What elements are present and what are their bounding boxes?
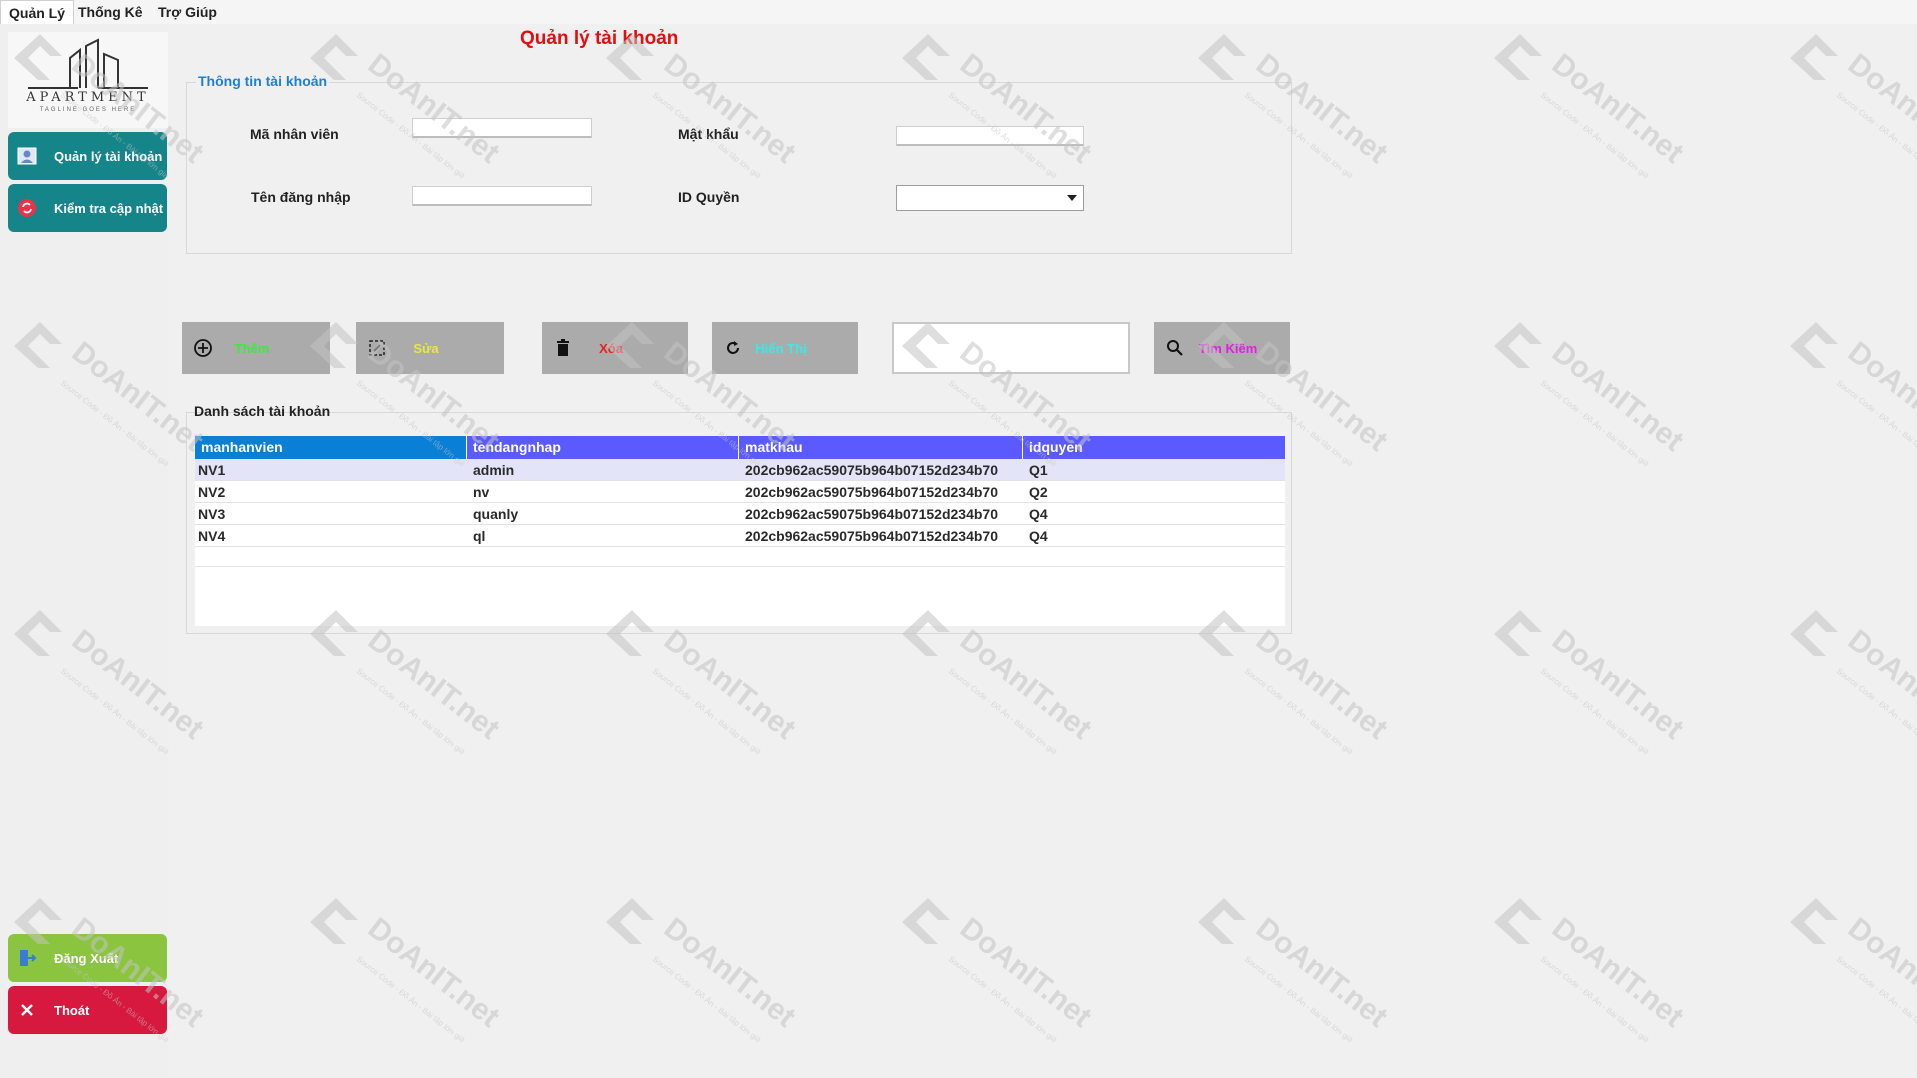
menu-tro-giup[interactable]: Trợ Giúp [150, 0, 225, 24]
cell-idquyen: Q2 [1029, 484, 1048, 500]
delete-button[interactable]: Xóa [542, 322, 688, 374]
chevron-down-icon [1067, 195, 1077, 201]
user-card-icon [16, 145, 38, 167]
cell-matkhau: 202cb962ac59075b964b07152d234b70 [745, 528, 998, 544]
account-management-button[interactable]: Quản lý tài khoản [8, 132, 167, 180]
menu-bar: Quản Lý Thống Kê Trợ Giúp [0, 0, 1917, 25]
close-icon [16, 999, 38, 1021]
cell-manhanvien: NV1 [198, 462, 226, 478]
password-label: Mật khẩu [678, 126, 739, 142]
app-logo: APARTMENT TAGLINE GOES HERE [8, 32, 168, 128]
menu-thong-ke[interactable]: Thống Kê [70, 0, 151, 24]
table-row[interactable]: NV3 quanly 202cb962ac59075b964b07152d234… [195, 503, 1285, 525]
cell-manhanvien: NV4 [198, 528, 226, 544]
cell-idquyen: Q4 [1029, 506, 1048, 522]
column-header-matkhau[interactable]: matkhau [739, 436, 1023, 459]
cell-idquyen: Q4 [1029, 528, 1048, 544]
search-button[interactable]: Tìm Kiếm [1154, 322, 1290, 374]
cell-idquyen: Q1 [1029, 462, 1048, 478]
cell-manhanvien: NV2 [198, 484, 226, 500]
cell-matkhau: 202cb962ac59075b964b07152d234b70 [745, 506, 998, 522]
logout-button[interactable]: Đăng Xuất [8, 934, 167, 982]
account-info-group [186, 82, 1292, 254]
cell-matkhau: 202cb962ac59075b964b07152d234b70 [745, 484, 998, 500]
column-header-tendangnhap[interactable]: tendangnhap [467, 436, 739, 459]
logo-tagline: TAGLINE GOES HERE [39, 107, 137, 113]
cell-tendangnhap: ql [473, 528, 486, 544]
logout-icon [16, 947, 38, 969]
search-icon [1164, 337, 1186, 359]
cell-tendangnhap: quanly [473, 506, 519, 522]
trash-icon [552, 337, 574, 359]
exit-button[interactable]: Thoát [8, 986, 167, 1034]
logout-label: Đăng Xuất [54, 950, 119, 966]
reload-icon [722, 337, 744, 359]
edit-label: Sửa [413, 340, 439, 356]
delete-label: Xóa [599, 340, 623, 356]
table-row[interactable]: NV2 nv 202cb962ac59075b964b07152d234b70 … [195, 481, 1285, 503]
cell-matkhau: 202cb962ac59075b964b07152d234b70 [745, 462, 998, 478]
account-list-legend: Danh sách tài khoản [194, 403, 331, 419]
cell-tendangnhap: admin [473, 462, 515, 478]
show-label: Hiển Thị [755, 340, 807, 356]
cell-manhanvien: NV3 [198, 506, 226, 522]
show-button[interactable]: Hiển Thị [712, 322, 858, 374]
edit-button[interactable]: Sửa [356, 322, 504, 374]
add-label: Thêm [234, 340, 270, 356]
username-label: Tên đăng nhập [251, 189, 351, 205]
role-id-select[interactable] [896, 185, 1084, 211]
account-management-label: Quản lý tài khoản [54, 148, 163, 164]
search-label: Tìm Kiếm [1198, 340, 1258, 356]
sidebar: APARTMENT TAGLINE GOES HERE Quản lý tài … [0, 24, 168, 1078]
plus-circle-icon [192, 337, 214, 359]
employee-id-label: Mã nhân viên [250, 126, 339, 142]
table-row-new[interactable] [195, 547, 1285, 567]
menu-quan-ly[interactable]: Quản Lý [0, 0, 75, 25]
column-header-idquyen[interactable]: idquyen [1023, 436, 1285, 459]
table-row[interactable]: NV4 ql 202cb962ac59075b964b07152d234b70 … [195, 525, 1285, 547]
username-input[interactable] [412, 186, 592, 206]
password-input[interactable] [896, 126, 1084, 146]
page-title: Quản lý tài khoản [520, 28, 679, 49]
grid-header: manhanvien tendangnhap matkhau idquyen [195, 436, 1285, 459]
account-info-legend: Thông tin tài khoản [196, 73, 330, 89]
logo-text: APARTMENT [26, 90, 150, 105]
building-logo-icon [28, 38, 148, 89]
check-update-label: Kiểm tra cập nhật [54, 200, 164, 216]
column-header-manhanvien[interactable]: manhanvien [195, 436, 467, 459]
add-button[interactable]: Thêm [182, 322, 330, 374]
cell-tendangnhap: nv [473, 484, 490, 500]
check-update-button[interactable]: Kiểm tra cập nhật [8, 184, 167, 232]
account-grid[interactable]: manhanvien tendangnhap matkhau idquyen N… [195, 436, 1285, 626]
search-input[interactable] [892, 322, 1130, 374]
refresh-icon [16, 197, 38, 219]
role-id-label: ID Quyền [678, 189, 740, 205]
edit-icon [366, 337, 388, 359]
exit-label: Thoát [54, 1002, 90, 1018]
employee-id-input[interactable] [412, 118, 592, 138]
table-row[interactable]: NV1 admin 202cb962ac59075b964b07152d234b… [195, 459, 1285, 481]
